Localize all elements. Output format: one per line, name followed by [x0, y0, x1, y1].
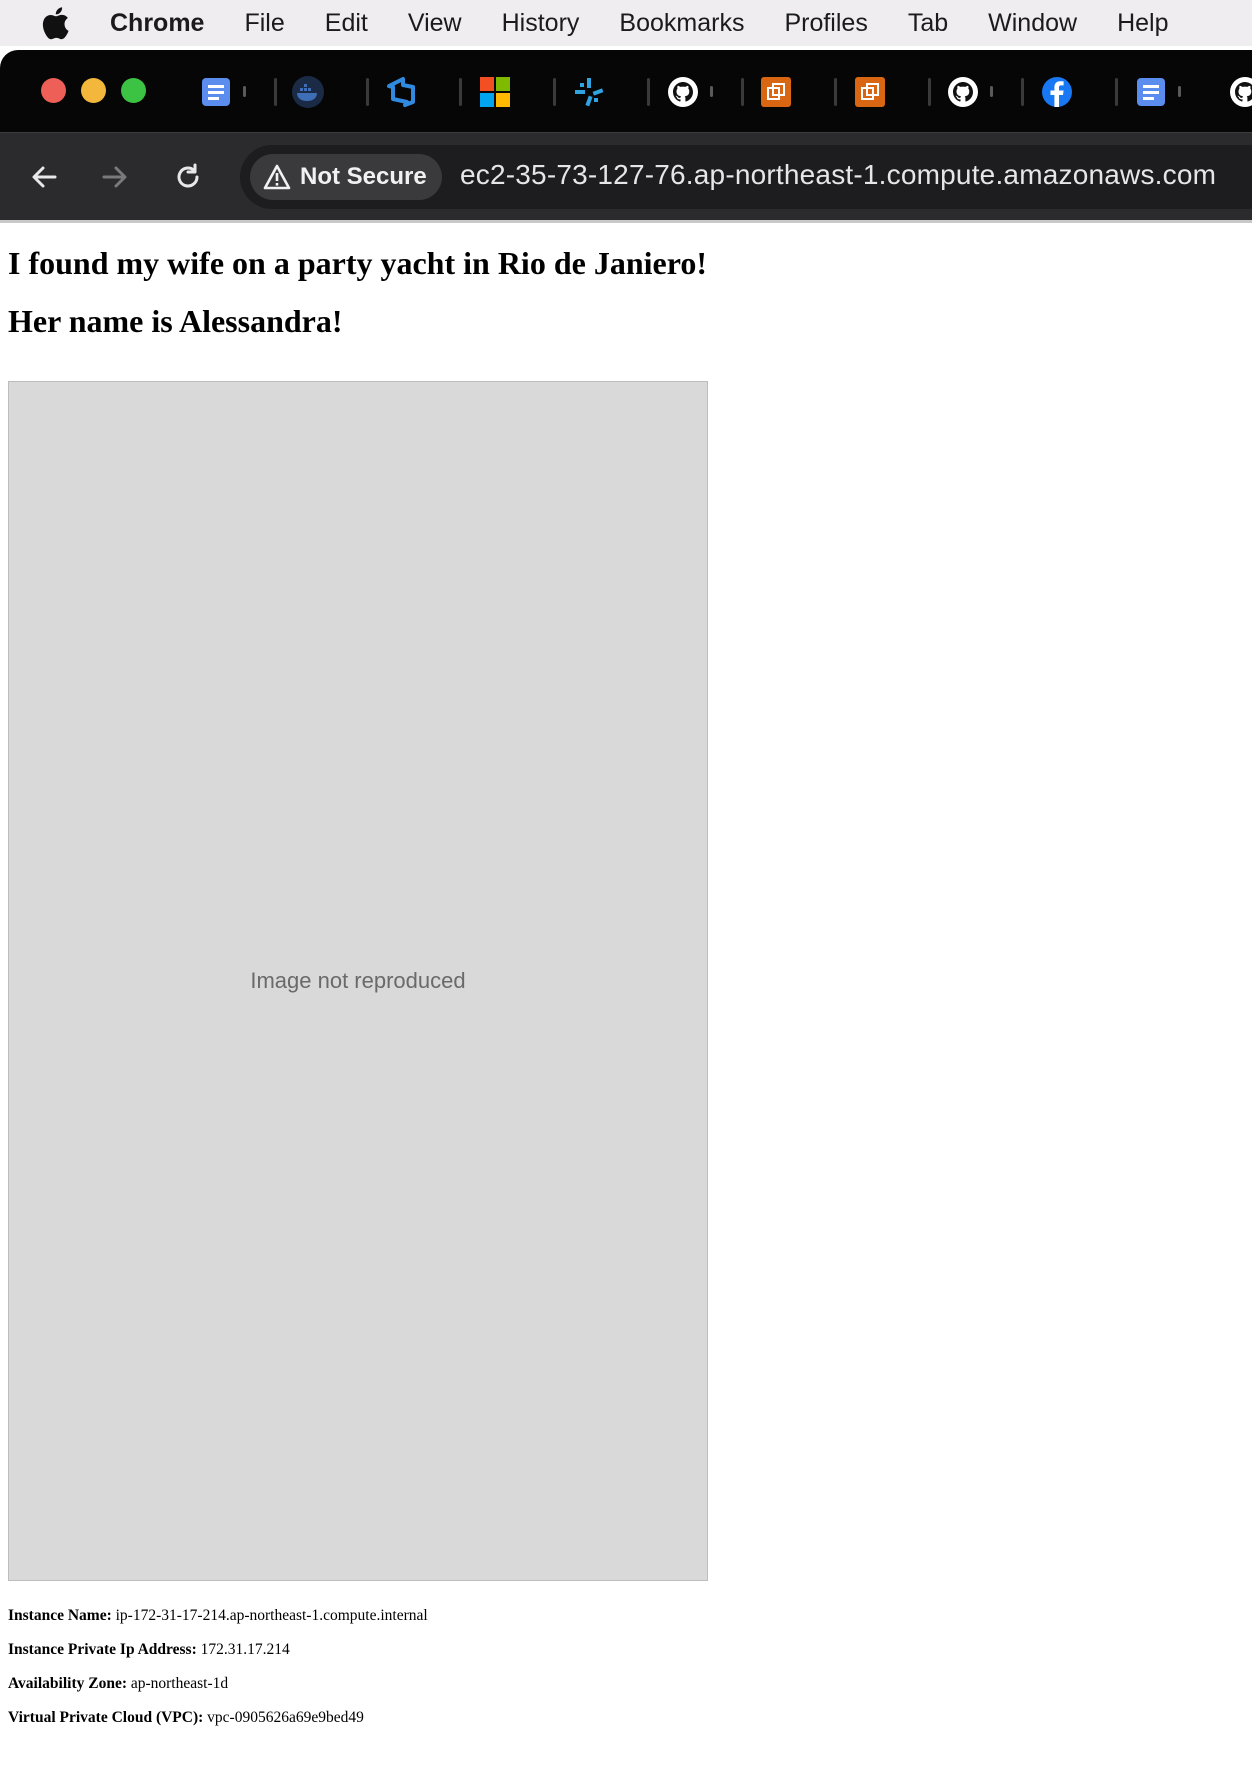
facebook-icon [1040, 75, 1074, 109]
vpc-row: Virtual Private Cloud (VPC): vpc-0905626… [8, 1709, 364, 1727]
menu-edit[interactable]: Edit [305, 0, 388, 46]
forward-arrow-icon [102, 166, 127, 188]
tab[interactable] [932, 64, 1024, 120]
vpc-label: Virtual Private Cloud (VPC): [8, 1709, 204, 1726]
address-bar[interactable]: Not Secure ec2-35-73-127-76.ap-northeast… [240, 145, 1252, 209]
tab-separator [928, 78, 931, 106]
tab-separator [834, 78, 837, 106]
instance-name-label: Instance Name: [8, 1607, 112, 1624]
github-icon [666, 75, 700, 109]
tab[interactable] [839, 64, 931, 120]
tab-indicator [1178, 86, 1181, 97]
security-indicator[interactable]: Not Secure [250, 154, 442, 200]
url-text[interactable]: ec2-35-73-127-76.ap-northeast-1.compute.… [460, 159, 1216, 191]
pinwheel-icon [572, 75, 606, 109]
google-docs-icon [1134, 75, 1168, 109]
photo-placeholder: Image not reproduced [8, 381, 708, 1581]
forward-button[interactable] [93, 155, 137, 199]
instance-ip-row: Instance Private Ip Address: 172.31.17.2… [8, 1641, 290, 1659]
warning-icon [262, 162, 292, 192]
tab[interactable] [370, 64, 462, 120]
security-label: Not Secure [300, 163, 427, 190]
github-icon [1228, 75, 1252, 109]
instance-name-row: Instance Name: ip-172-31-17-214.ap-north… [8, 1607, 428, 1625]
tab-separator [741, 78, 744, 106]
menu-bar: Chrome File Edit View History Bookmarks … [0, 0, 1252, 46]
menu-file[interactable]: File [224, 0, 304, 46]
instance-ip-label: Instance Private Ip Address: [8, 1641, 197, 1658]
tab-separator [366, 78, 369, 106]
google-docs-icon [199, 75, 233, 109]
availability-zone-label: Availability Zone: [8, 1675, 127, 1692]
vpc-value: vpc-0905626a69e9bed49 [207, 1709, 364, 1726]
maximize-window-button[interactable] [121, 78, 146, 103]
photo-placeholder-text: Image not reproduced [250, 968, 466, 993]
minimize-window-button[interactable] [81, 78, 106, 103]
close-window-button[interactable] [41, 78, 66, 103]
back-arrow-icon [32, 166, 57, 188]
tab-separator [1021, 78, 1024, 106]
menu-window[interactable]: Window [968, 0, 1097, 46]
tab-separator [459, 78, 462, 106]
tab-separator [647, 78, 650, 106]
tab-indicator [990, 86, 993, 97]
page-heading: I found my wife on a party yacht in Rio … [8, 245, 707, 281]
tab[interactable] [558, 64, 650, 120]
aws-icon [759, 75, 793, 109]
reload-button[interactable] [166, 155, 210, 199]
reload-icon [177, 163, 199, 188]
azure-devops-icon [384, 75, 418, 109]
tab[interactable] [1026, 64, 1118, 120]
tab-indicator [710, 86, 713, 97]
page-subheading: Her name is Alessandra! [8, 303, 343, 339]
apple-icon[interactable] [38, 6, 72, 40]
availability-zone-row: Availability Zone: ap-northeast-1d [8, 1675, 228, 1693]
toolbar-divider [0, 220, 1252, 223]
menu-view[interactable]: View [388, 0, 482, 46]
tab[interactable] [745, 64, 837, 120]
browser-toolbar: Not Secure ec2-35-73-127-76.ap-northeast… [0, 132, 1252, 221]
github-icon [946, 75, 980, 109]
menu-app-name[interactable]: Chrome [102, 0, 224, 46]
tab-separator [1115, 78, 1118, 106]
menu-profiles[interactable]: Profiles [764, 0, 887, 46]
instance-ip-value: 172.31.17.214 [200, 1641, 290, 1658]
menu-tab[interactable]: Tab [888, 0, 968, 46]
menu-help[interactable]: Help [1097, 0, 1188, 46]
tab[interactable] [464, 64, 556, 120]
availability-zone-value: ap-northeast-1d [130, 1675, 229, 1692]
tab[interactable] [185, 64, 277, 120]
microsoft-icon [478, 75, 512, 109]
aws-icon [853, 75, 887, 109]
tab-strip [0, 50, 1252, 132]
back-button[interactable] [22, 155, 66, 199]
tab[interactable] [277, 64, 369, 120]
instance-name-value: ip-172-31-17-214.ap-northeast-1.compute.… [115, 1607, 428, 1624]
tab-indicator [243, 86, 246, 97]
tab-separator [553, 78, 556, 106]
tab[interactable] [652, 64, 744, 120]
docker-icon [291, 75, 325, 109]
menu-history[interactable]: History [482, 0, 600, 46]
tab[interactable] [1120, 64, 1212, 120]
menu-bookmarks[interactable]: Bookmarks [599, 0, 764, 46]
tab[interactable] [1214, 64, 1252, 120]
